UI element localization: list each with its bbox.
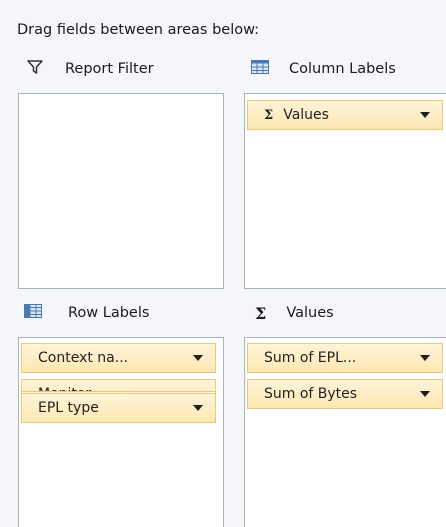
field-label: Context na... <box>38 350 129 366</box>
row-field-context-name[interactable]: Context na... <box>21 343 216 373</box>
chevron-down-icon[interactable] <box>420 355 430 361</box>
sigma-icon: Σ <box>264 107 274 123</box>
drag-instruction: Drag fields between areas below: <box>17 22 260 38</box>
field-label: Sum of EPL... <box>264 350 357 366</box>
field-label: Values <box>283 107 329 123</box>
report-filter-header: Report Filter <box>27 58 154 80</box>
values-label: Values <box>286 305 334 321</box>
chevron-down-icon[interactable] <box>420 391 430 397</box>
values-header: Σ Values <box>255 302 334 324</box>
values-field-sum-bytes[interactable]: Sum of Bytes <box>247 379 443 409</box>
column-labels-label: Column Labels <box>289 61 396 77</box>
report-filter-drop-area[interactable] <box>18 93 224 289</box>
field-label: Sum of Bytes <box>264 386 358 402</box>
row-labels-label: Row Labels <box>68 305 150 321</box>
field-label: EPL type <box>38 400 99 416</box>
table-grid-icon <box>251 60 269 78</box>
chevron-down-icon[interactable] <box>420 112 430 118</box>
column-labels-header: Column Labels <box>251 58 396 80</box>
chevron-down-icon[interactable] <box>193 355 203 361</box>
table-grid-icon <box>24 304 42 322</box>
sigma-icon: Σ <box>255 303 267 323</box>
row-field-epl-type[interactable]: EPL type <box>21 393 216 423</box>
filter-icon <box>27 60 43 78</box>
chevron-down-icon[interactable] <box>193 405 203 411</box>
column-field-values[interactable]: Σ Values <box>247 100 443 130</box>
row-labels-header: Row Labels <box>24 302 149 324</box>
values-field-sum-epl[interactable]: Sum of EPL... <box>247 343 443 373</box>
report-filter-label: Report Filter <box>65 61 154 77</box>
